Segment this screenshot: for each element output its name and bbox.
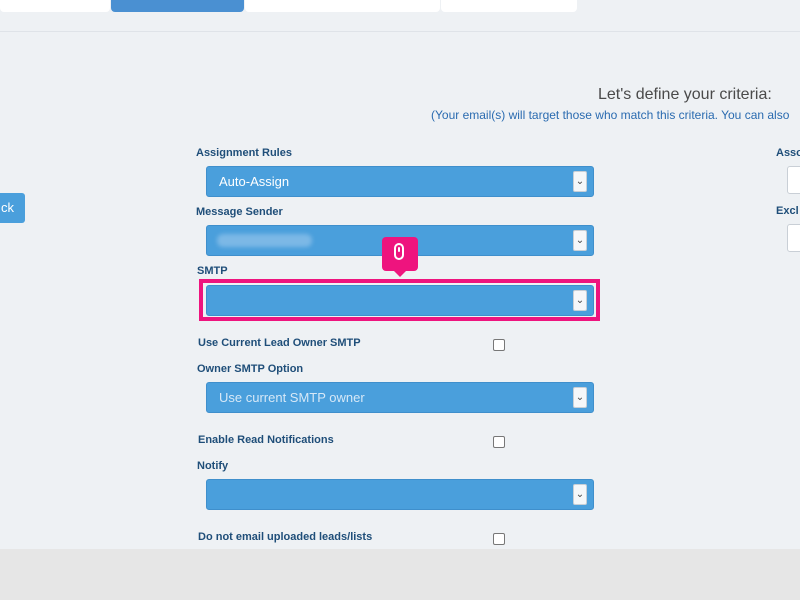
assignment-rules-select[interactable]: Auto-Assign ⌄	[206, 166, 594, 197]
do-not-email-uploaded-checkbox[interactable]	[493, 533, 505, 545]
top-tab-bar	[0, 0, 800, 32]
chevron-down-icon: ⌄	[573, 387, 587, 408]
use-current-owner-smtp-checkbox[interactable]	[493, 339, 505, 351]
use-current-owner-smtp-label: Use Current Lead Owner SMTP	[198, 337, 361, 349]
chevron-down-icon: ⌄	[573, 484, 587, 505]
app-frame: Let's define your criteria: (Your email(…	[0, 0, 800, 600]
mouse-icon	[394, 243, 404, 260]
click-marker	[382, 237, 418, 277]
footer-bar	[0, 549, 800, 600]
smtp-label: SMTP	[197, 265, 228, 277]
owner-smtp-option-select[interactable]: Use current SMTP owner ⌄	[206, 382, 594, 413]
criteria-title: Let's define your criteria:	[598, 86, 772, 103]
enable-read-notifications-checkbox[interactable]	[493, 436, 505, 448]
do-not-email-uploaded-label: Do not email uploaded leads/lists	[198, 531, 373, 543]
message-sender-label: Message Sender	[196, 206, 283, 218]
owner-smtp-option-label: Owner SMTP Option	[197, 363, 304, 375]
back-button-label: ck	[1, 200, 14, 215]
chevron-down-icon: ⌄	[573, 290, 587, 311]
assignment-rules-value: Auto-Assign	[219, 174, 290, 189]
chevron-down-icon: ⌄	[573, 230, 587, 251]
notify-label: Notify	[197, 460, 229, 472]
message-sender-redacted-value	[217, 234, 312, 247]
back-button[interactable]: ck	[0, 193, 25, 223]
tab-1[interactable]	[0, 0, 110, 12]
notify-select[interactable]: ⌄	[206, 479, 594, 510]
assignment-rules-label: Assignment Rules	[196, 147, 292, 159]
right-label-associated: Asso	[776, 147, 800, 159]
criteria-subtitle: (Your email(s) will target those who mat…	[431, 108, 790, 122]
right-field-2[interactable]	[787, 224, 800, 252]
right-field-1[interactable]	[787, 166, 800, 194]
owner-smtp-option-placeholder: Use current SMTP owner	[219, 390, 365, 405]
tab-4[interactable]	[441, 0, 577, 12]
chevron-down-icon: ⌄	[573, 171, 587, 192]
right-label-exclude: Excl	[776, 205, 799, 217]
enable-read-notifications-label: Enable Read Notifications	[198, 434, 334, 446]
smtp-select[interactable]: ⌄	[206, 285, 594, 316]
tab-active[interactable]	[111, 0, 244, 12]
tab-3[interactable]	[245, 0, 440, 12]
